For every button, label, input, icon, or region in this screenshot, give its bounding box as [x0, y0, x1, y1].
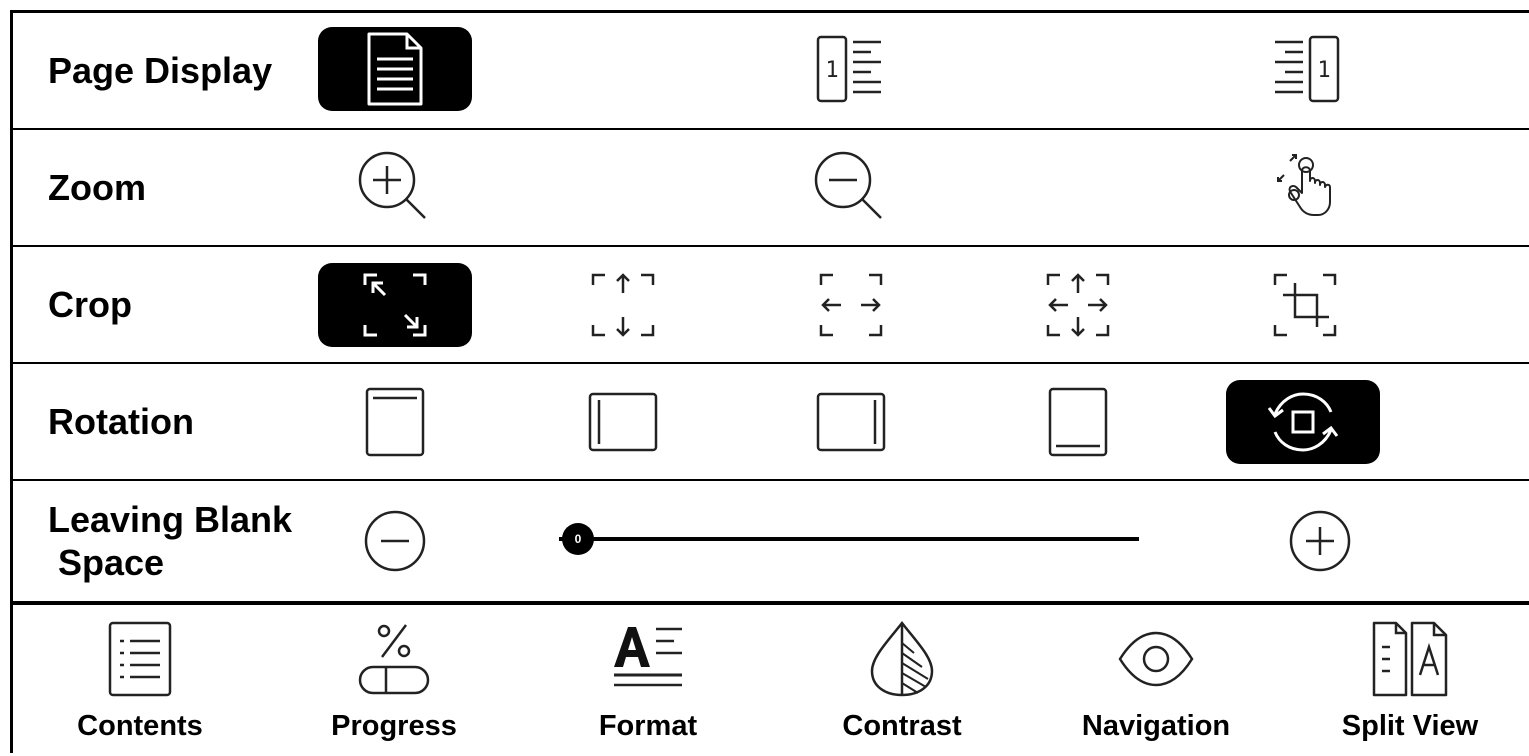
- blank-space-row: Leaving Blank Space: [13, 481, 1529, 601]
- split-view-icon: [1372, 621, 1448, 697]
- page-display-single-button[interactable]: [318, 27, 472, 111]
- rotate-right-icon: [816, 392, 886, 452]
- nav-navigation-label: Navigation: [1081, 710, 1231, 742]
- blank-space-label-line1: Leaving Blank: [48, 499, 293, 540]
- crop-label: Crop: [48, 284, 132, 325]
- crop-auto-button[interactable]: [318, 263, 472, 347]
- rotation-right-button[interactable]: [774, 380, 928, 464]
- nav-progress[interactable]: Progress: [267, 605, 521, 756]
- crop-row: Crop: [13, 247, 1529, 364]
- pinch-zoom-icon: [1277, 154, 1331, 216]
- minus-circle-icon: [364, 510, 426, 572]
- rotation-left-button[interactable]: [546, 380, 700, 464]
- page-number-right-icon: 1: [1275, 35, 1340, 103]
- auto-rotate-icon: [1267, 392, 1339, 452]
- rotate-left-icon: [588, 392, 658, 452]
- crop-manual-button[interactable]: [1228, 263, 1382, 347]
- nav-navigation[interactable]: Navigation: [1029, 605, 1283, 756]
- crop-horizontal-icon: [819, 273, 883, 337]
- navigation-icon: [1118, 631, 1194, 687]
- blank-space-decrease-button[interactable]: [318, 499, 472, 583]
- page-display-row: Page Display 1 1: [13, 13, 1529, 130]
- nav-split-view-label: Split View: [1341, 710, 1479, 742]
- rotate-top-icon: [365, 387, 425, 457]
- rotation-bottom-button[interactable]: [1001, 380, 1155, 464]
- crop-vertical-icon: [591, 273, 655, 337]
- nav-split-view[interactable]: Split View: [1283, 605, 1529, 756]
- single-page-icon: [367, 32, 423, 106]
- page-display-number-left-button[interactable]: 1: [774, 27, 928, 111]
- svg-text:1: 1: [1317, 58, 1330, 83]
- zoom-row: Zoom: [13, 130, 1529, 247]
- crop-both-button[interactable]: [1001, 263, 1155, 347]
- rotation-label: Rotation: [48, 401, 194, 442]
- contents-icon: [108, 621, 172, 697]
- zoom-label: Zoom: [48, 167, 146, 208]
- page-display-label: Page Display: [48, 50, 273, 91]
- blank-space-increase-button[interactable]: [1243, 499, 1397, 583]
- rotation-row: Rotation: [13, 364, 1529, 481]
- zoom-in-button[interactable]: [318, 146, 472, 230]
- nav-format-label: Format: [598, 710, 698, 742]
- bottom-toolbar: Contents Progress Format Contrast Naviga…: [13, 601, 1529, 756]
- auto-crop-icon: [363, 273, 427, 337]
- rotation-top-button[interactable]: [318, 380, 472, 464]
- rotate-bottom-icon: [1048, 387, 1108, 457]
- crop-both-icon: [1046, 273, 1110, 337]
- reader-settings-panel: Page Display 1 1 Zoom Crop Rotation Leav…: [10, 10, 1529, 753]
- svg-text:1: 1: [825, 58, 838, 83]
- blank-space-slider-track[interactable]: [559, 537, 1139, 541]
- blank-space-slider-knob[interactable]: 0: [562, 523, 594, 555]
- nav-format[interactable]: Format: [521, 605, 775, 756]
- plus-circle-icon: [1289, 510, 1351, 572]
- blank-space-label-line2: Space: [58, 542, 165, 583]
- zoom-out-button[interactable]: [774, 146, 928, 230]
- nav-contrast[interactable]: Contrast: [775, 605, 1029, 756]
- crop-horizontal-button[interactable]: [774, 263, 928, 347]
- zoom-out-icon: [814, 151, 882, 219]
- pinch-zoom-button[interactable]: [1228, 146, 1382, 230]
- format-icon: [614, 627, 682, 687]
- nav-contents[interactable]: Contents: [13, 605, 267, 756]
- nav-contrast-label: Contrast: [842, 710, 962, 742]
- nav-contents-label: Contents: [77, 710, 203, 742]
- rotation-auto-button[interactable]: [1226, 380, 1380, 464]
- nav-progress-label: Progress: [331, 710, 457, 742]
- zoom-in-icon: [358, 151, 426, 219]
- page-number-left-icon: 1: [816, 35, 881, 103]
- manual-crop-icon: [1273, 273, 1337, 337]
- crop-vertical-button[interactable]: [546, 263, 700, 347]
- progress-icon: [358, 624, 430, 695]
- contrast-icon: [870, 620, 934, 697]
- page-display-number-right-button[interactable]: 1: [1228, 27, 1382, 111]
